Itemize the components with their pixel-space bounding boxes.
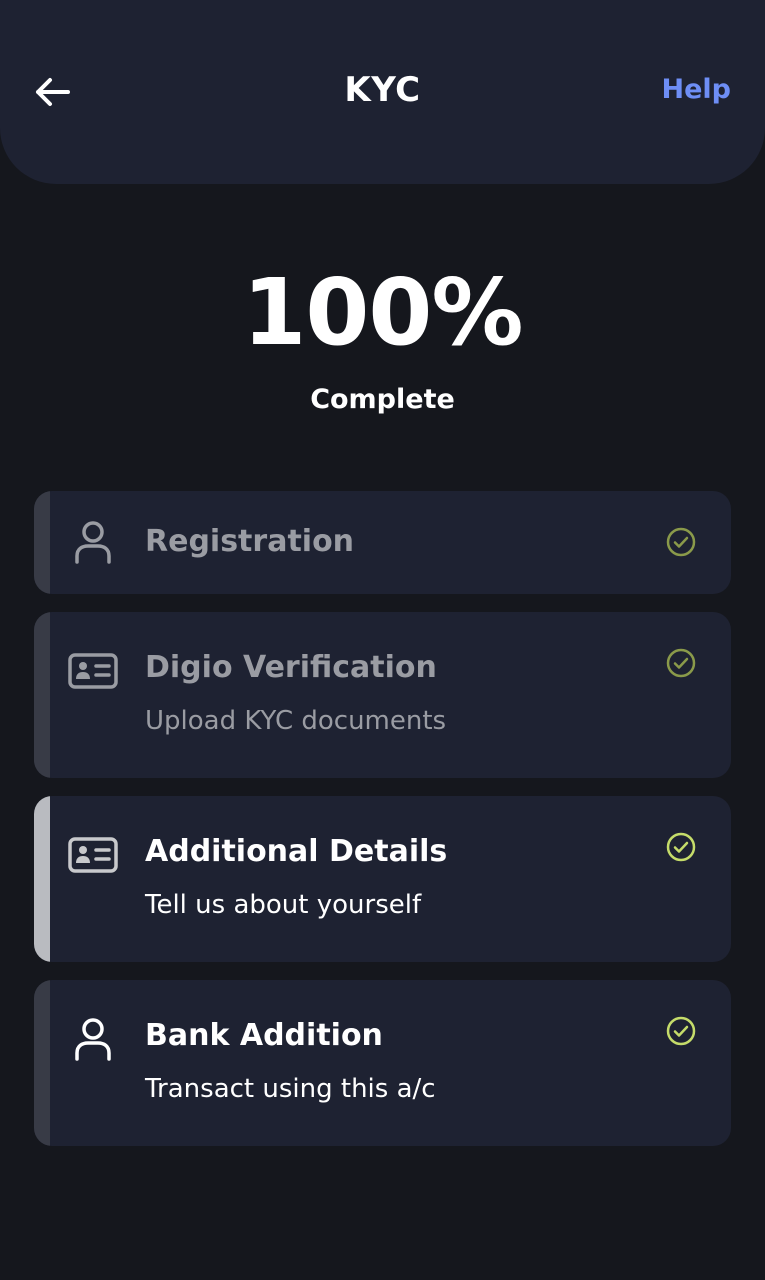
step-subtitle: Upload KYC documents	[145, 706, 447, 736]
step-digio-verification[interactable]: Digio Verification Upload KYC documents	[34, 612, 731, 778]
step-title: Registration	[145, 524, 355, 559]
step-indicator-bar	[34, 980, 50, 1146]
check-circle-icon	[666, 1016, 696, 1046]
check-circle-icon	[666, 832, 696, 862]
step-additional-details[interactable]: Additional Details Tell us about yoursel…	[34, 796, 731, 962]
step-subtitle: Transact using this a/c	[145, 1074, 436, 1104]
page-title: KYC	[344, 70, 421, 110]
step-registration[interactable]: Registration	[34, 491, 731, 594]
kyc-progress-label: Complete	[310, 384, 455, 415]
kyc-progress-value: 100%	[242, 259, 523, 366]
help-link[interactable]: Help	[662, 74, 732, 105]
step-subtitle: Tell us about yourself	[145, 890, 422, 920]
step-title: Bank Addition	[145, 1018, 383, 1053]
step-indicator-bar	[34, 796, 50, 962]
id-card-icon	[68, 833, 118, 877]
kyc-steps-list: Registration Digio Verification Upload K…	[34, 491, 731, 1164]
step-indicator-bar	[34, 491, 50, 594]
user-icon	[68, 1017, 118, 1061]
step-title: Digio Verification	[145, 650, 437, 685]
id-card-icon	[68, 649, 118, 693]
step-bank-addition[interactable]: Bank Addition Transact using this a/c	[34, 980, 731, 1146]
check-circle-icon	[666, 648, 696, 678]
user-icon	[68, 520, 118, 564]
step-indicator-bar	[34, 612, 50, 778]
step-title: Additional Details	[145, 834, 448, 869]
check-circle-icon	[666, 527, 696, 557]
top-header: KYC Help	[0, 0, 765, 184]
